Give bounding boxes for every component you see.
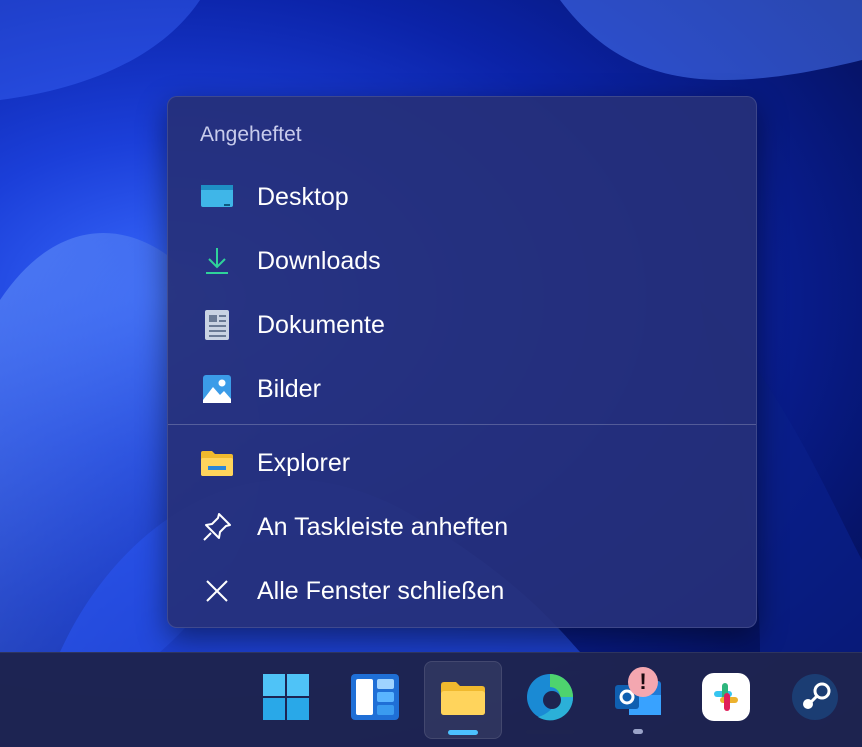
pinned-item-label: Bilder	[257, 374, 321, 403]
taskbar-steam-button[interactable]	[777, 661, 853, 737]
action-close-all-windows[interactable]: Alle Fenster schließen	[174, 562, 750, 620]
app-indicator	[633, 729, 643, 734]
notification-badge: !	[628, 667, 658, 697]
pinned-item-bilder[interactable]: Bilder	[174, 360, 750, 418]
action-label: Alle Fenster schließen	[257, 576, 505, 605]
start-windows-icon	[262, 673, 310, 726]
slack-icon	[702, 672, 750, 726]
file-explorer-icon	[200, 446, 234, 480]
action-pin-to-taskbar[interactable]: An Taskleiste anheften	[174, 498, 750, 556]
taskbar-file-explorer-button[interactable]	[424, 661, 502, 739]
taskbar: !	[0, 652, 862, 747]
pinned-item-downloads[interactable]: Downloads	[174, 232, 750, 290]
pin-icon	[200, 510, 234, 544]
desktop-folder-icon	[200, 180, 234, 214]
taskbar-outlook-button[interactable]: !	[600, 661, 676, 737]
pinned-item-dokumente[interactable]: Dokumente	[174, 296, 750, 354]
pinned-section-title: Angeheftet	[200, 123, 302, 146]
edge-icon	[526, 673, 574, 726]
menu-divider	[168, 424, 756, 425]
action-explorer[interactable]: Explorer	[174, 434, 750, 492]
taskbar-widgets-button[interactable]	[337, 661, 413, 737]
pinned-item-label: Dokumente	[257, 310, 385, 339]
taskbar-start-button[interactable]	[248, 661, 324, 737]
app-indicator	[526, 730, 574, 734]
pinned-item-label: Downloads	[257, 246, 381, 275]
download-arrow-icon	[200, 244, 234, 278]
action-label: Explorer	[257, 448, 351, 477]
document-icon	[200, 308, 234, 342]
taskbar-slack-button[interactable]	[688, 661, 764, 737]
active-app-indicator	[448, 730, 478, 735]
action-label: An Taskleiste anheften	[257, 512, 509, 541]
pinned-item-desktop[interactable]: Desktop	[174, 168, 750, 226]
close-icon	[200, 574, 234, 608]
file-explorer-icon	[440, 680, 486, 721]
pictures-icon	[200, 372, 234, 406]
pinned-item-label: Desktop	[257, 182, 349, 211]
jump-list-menu: Angeheftet Desktop Downloads Dokumente B…	[167, 96, 757, 628]
steam-icon	[791, 673, 839, 726]
taskbar-edge-button[interactable]	[512, 661, 588, 737]
widgets-icon	[351, 673, 399, 725]
